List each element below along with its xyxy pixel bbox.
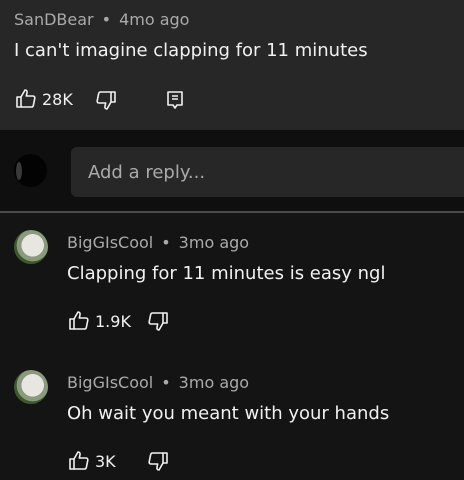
thumbs-down-icon [94,88,118,112]
comment-meta: SanDBear • 4mo ago [14,10,189,29]
meta-separator: • [161,373,171,392]
thumbs-up-icon [67,309,91,333]
comment-reply-icon [163,88,187,112]
thumbs-down-icon [146,449,170,473]
meta-separator: • [101,10,112,29]
reply-composer [0,130,464,212]
divider [0,211,464,213]
avatar[interactable] [14,370,48,404]
like-count: 1.9K [95,311,131,331]
thumbs-down-icon [146,309,170,333]
author-name[interactable]: BigGIsCool [67,233,153,252]
author-name[interactable]: BigGIsCool [67,373,153,392]
thumbs-up-icon [14,87,38,111]
reply-text: Oh wait you meant with your hands [67,403,390,424]
reply-meta: BigGIsCool • 3mo ago [67,233,249,252]
thumbs-up-icon [67,449,91,473]
reply-time[interactable]: 3mo ago [179,233,249,252]
comment-text: I can't imagine clapping for 11 minutes [14,40,368,61]
reply-text: Clapping for 11 minutes is easy ngl [67,263,386,284]
like-count: 3K [95,451,116,471]
meta-separator: • [161,233,171,252]
dislike-button[interactable] [146,449,170,473]
reply-time[interactable]: 3mo ago [179,373,249,392]
like-button[interactable]: 3K [67,449,116,473]
avatar[interactable] [14,230,48,264]
like-button[interactable]: 28K [14,87,73,111]
reply-input[interactable] [71,147,464,197]
reply-meta: BigGIsCool • 3mo ago [67,373,249,392]
parent-comment: SanDBear • 4mo ago I can't imagine clappin… [0,0,464,130]
user-avatar [14,154,47,187]
dislike-button[interactable] [146,309,170,333]
author-name[interactable]: SanDBear [14,10,94,29]
like-count: 28K [42,89,73,109]
comment-time[interactable]: 4mo ago [119,10,189,29]
reply-button[interactable] [163,88,187,112]
like-button[interactable]: 1.9K [67,309,131,333]
dislike-button[interactable] [94,88,118,112]
